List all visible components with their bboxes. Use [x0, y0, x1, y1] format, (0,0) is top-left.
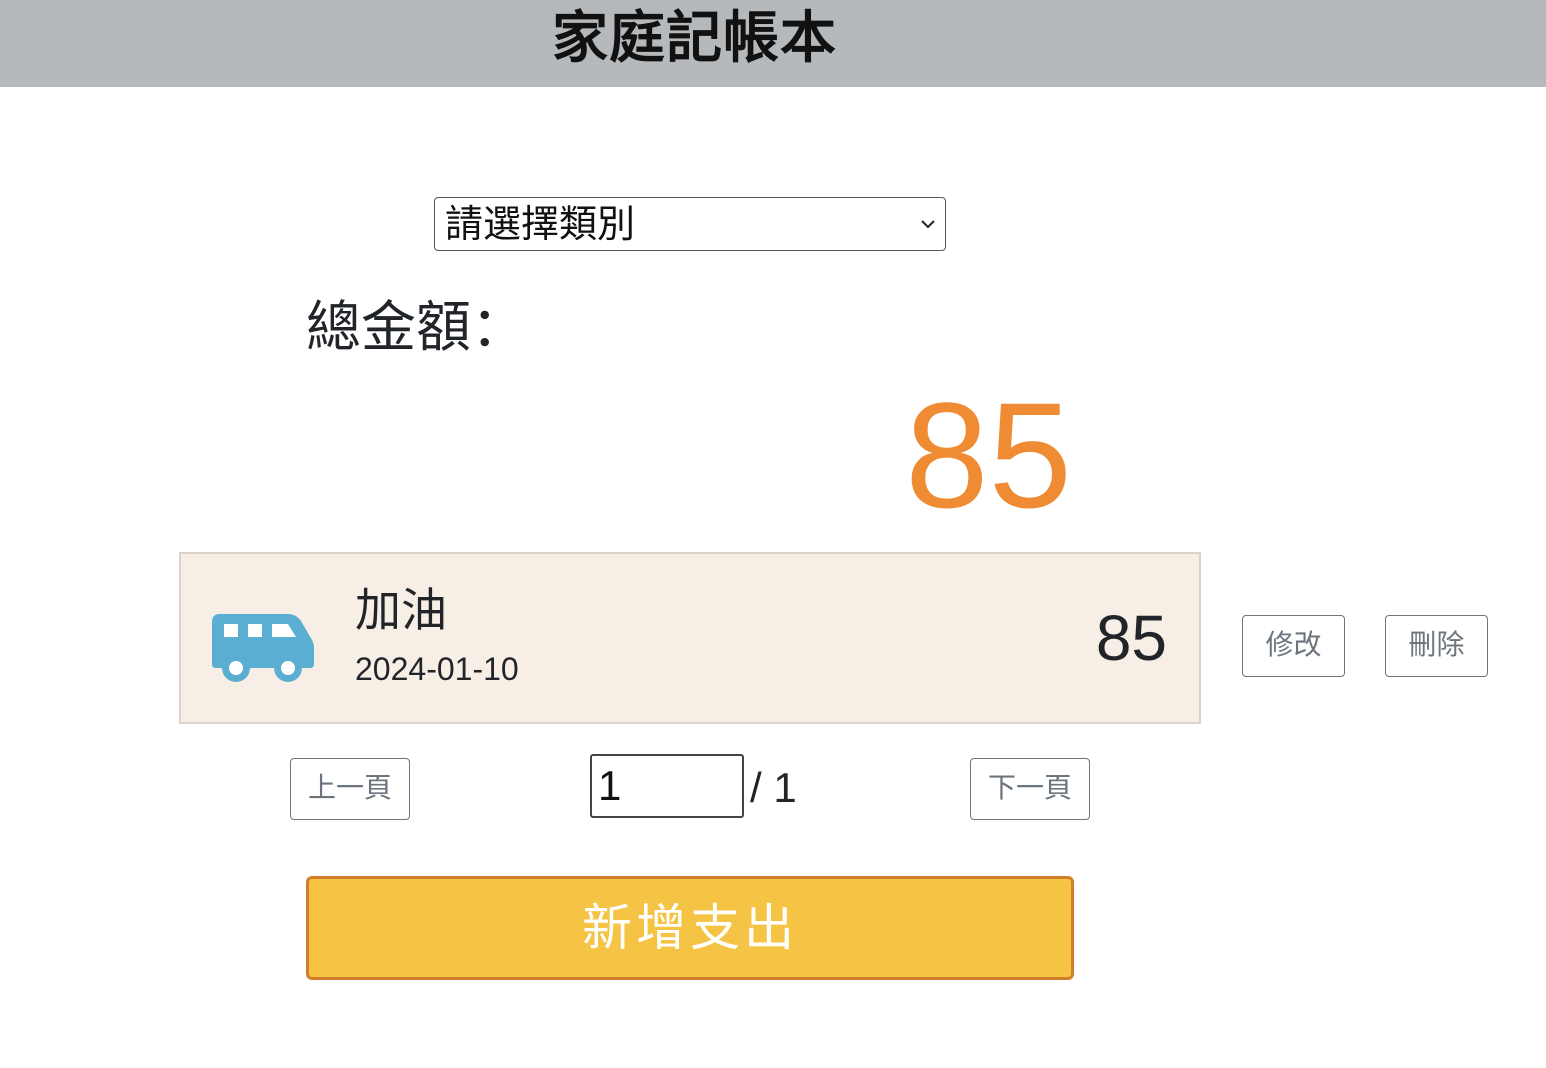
page-total: / 1: [750, 764, 797, 811]
record-title: 加油: [355, 583, 447, 637]
add-expense-button[interactable]: 新增支出: [306, 876, 1074, 980]
category-select[interactable]: 請選擇類別: [434, 197, 946, 251]
edit-button[interactable]: 修改: [1242, 615, 1345, 677]
record-amount: 85: [1095, 602, 1167, 674]
record-date: 2024-01-10: [355, 651, 519, 687]
delete-button[interactable]: 刪除: [1385, 615, 1488, 677]
page-number-input[interactable]: [590, 754, 744, 818]
prev-page-button[interactable]: 上一頁: [290, 758, 410, 820]
record-item: 加油 2024-01-10 85: [179, 552, 1201, 724]
total-label: 總金額：: [306, 295, 527, 359]
category-select-value: 請選擇類別: [445, 202, 636, 246]
total-amount: 85: [905, 371, 1072, 539]
chevron-down-icon: [921, 220, 935, 229]
app-header: 家庭記帳本: [0, 0, 1546, 87]
bus-icon: [212, 614, 314, 682]
next-page-button[interactable]: 下一頁: [970, 758, 1090, 820]
app-title: 家庭記帳本: [552, 6, 837, 71]
